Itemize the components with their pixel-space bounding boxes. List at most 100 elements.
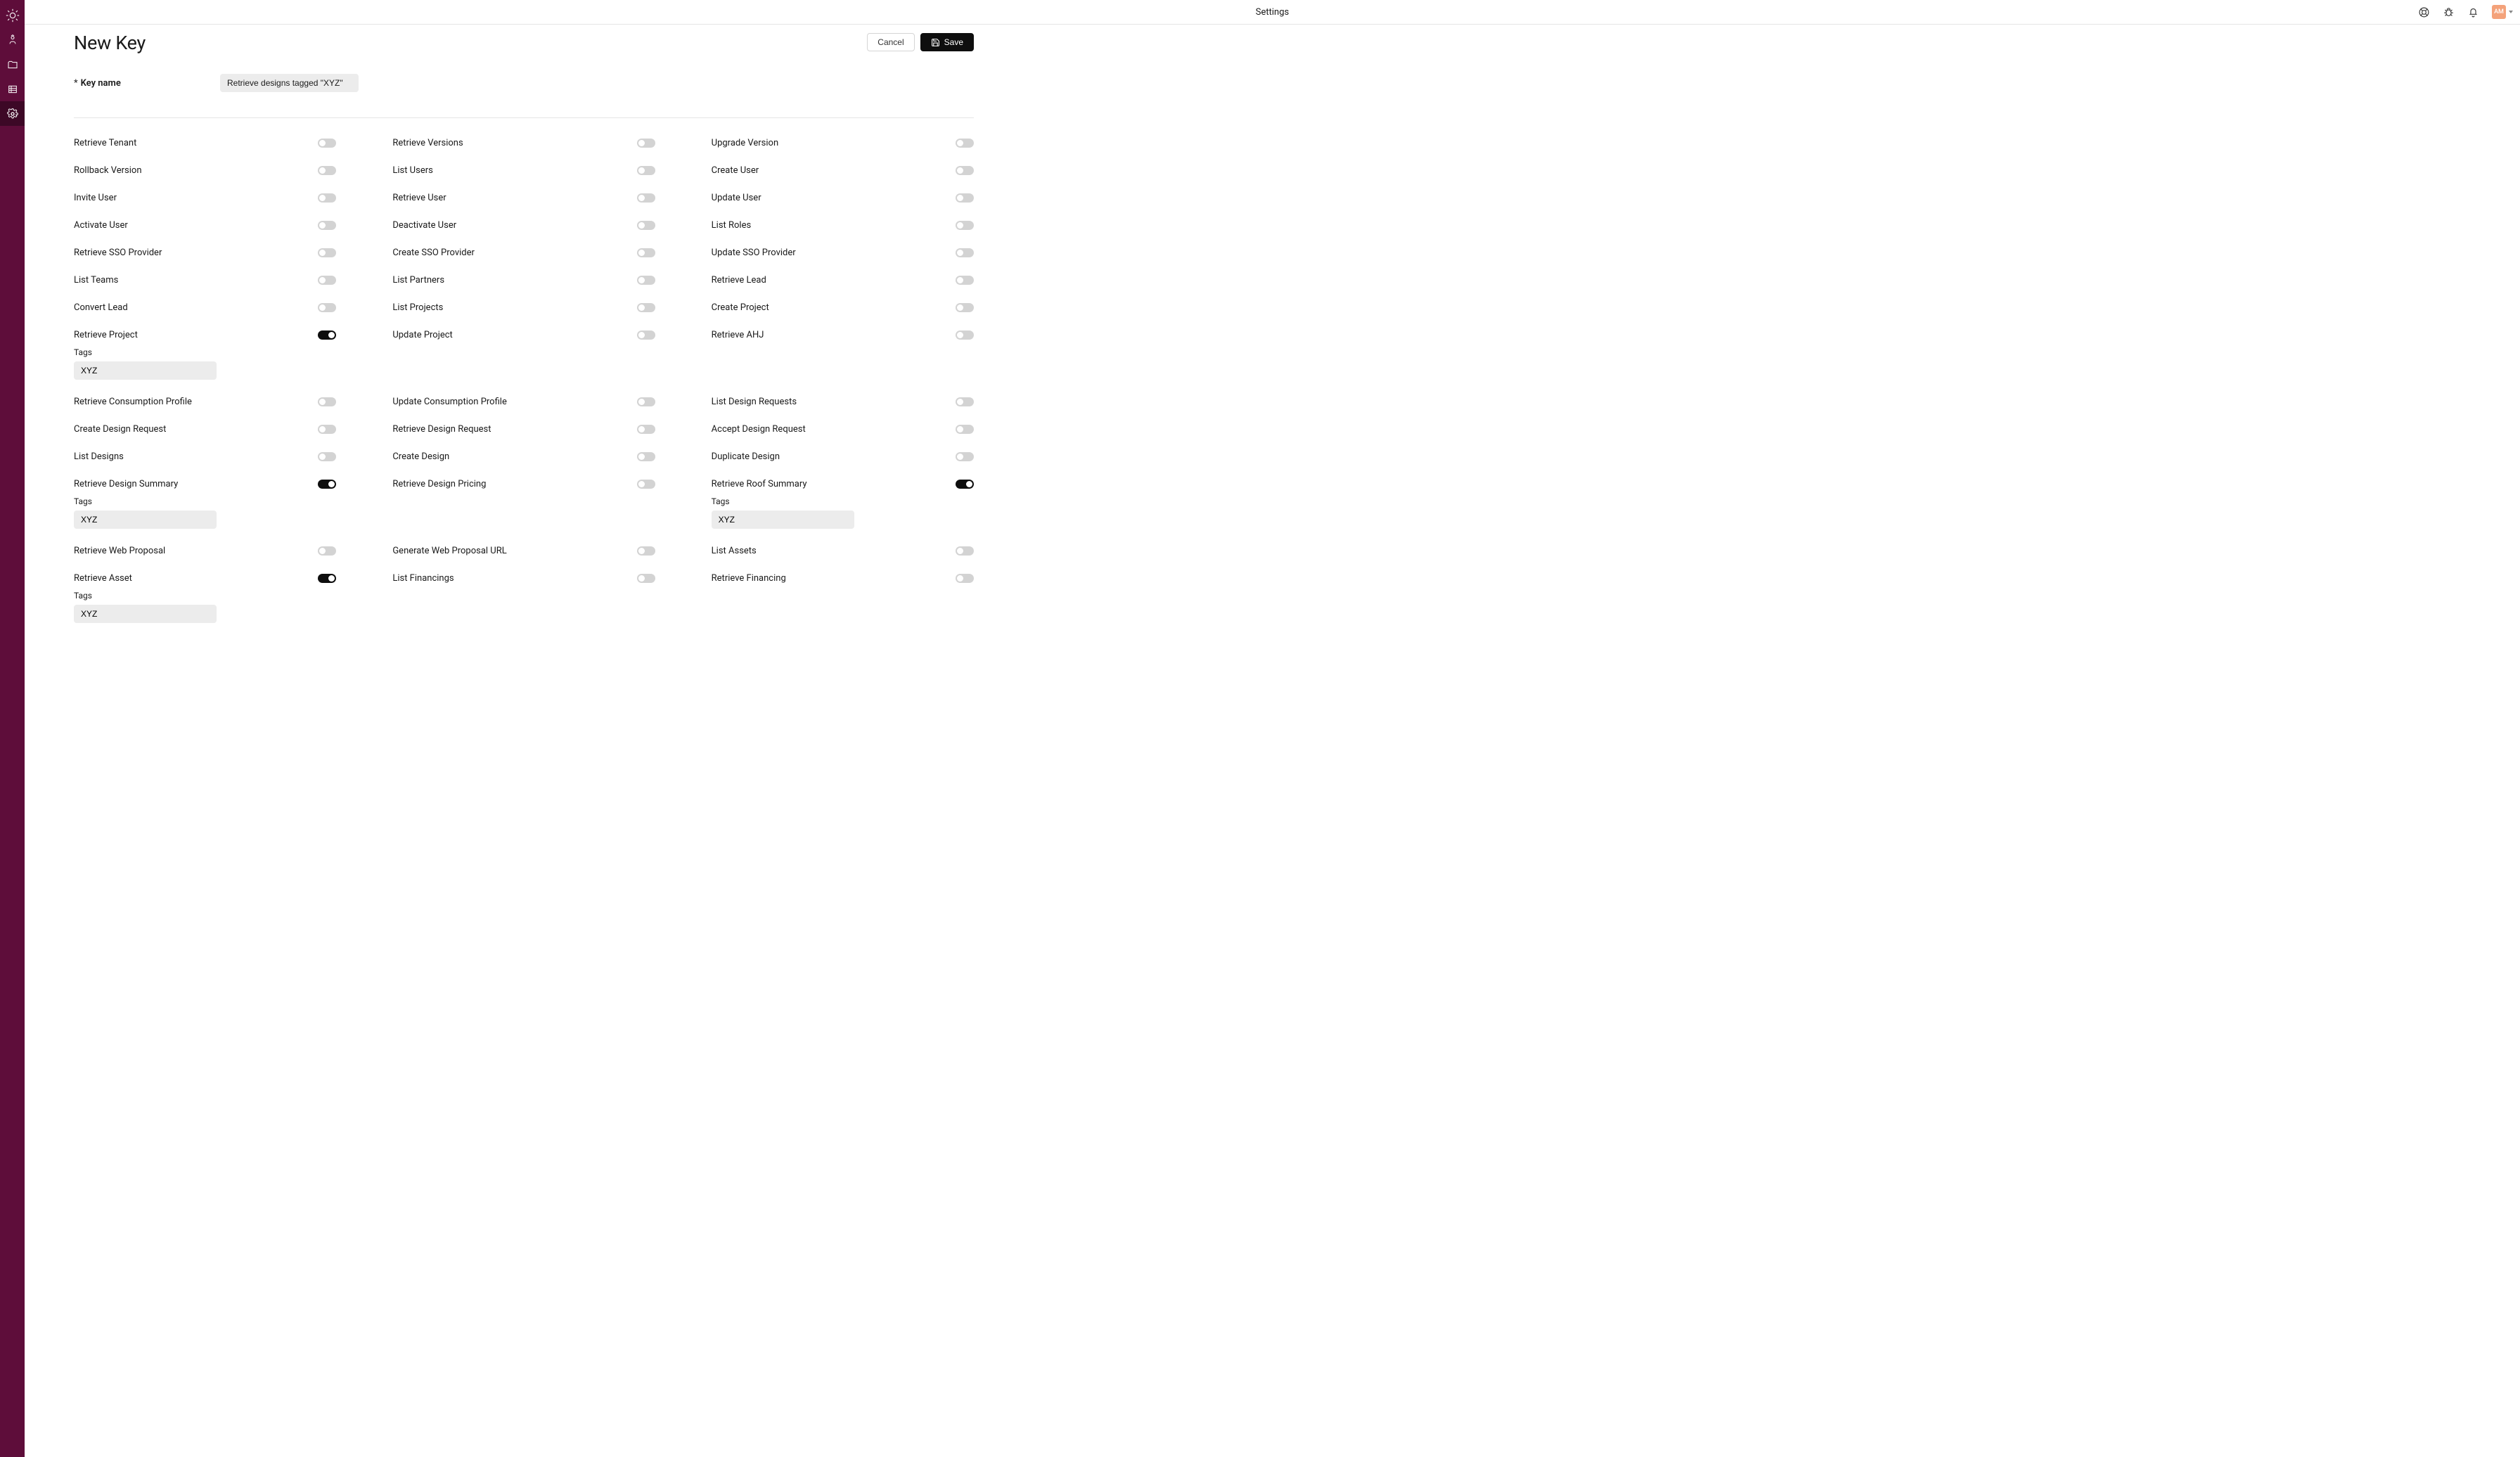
permission-label: Retrieve User xyxy=(392,193,446,203)
permission-toggle[interactable] xyxy=(637,166,655,175)
permission-item: List Users xyxy=(392,165,655,193)
permission-toggle[interactable] xyxy=(318,166,336,175)
permission-item: Invite User xyxy=(74,193,336,220)
permission-label: List Financings xyxy=(392,573,454,584)
tags-input[interactable] xyxy=(712,511,854,529)
permission-label: List Users xyxy=(392,165,433,176)
sidebar xyxy=(0,0,25,1457)
permission-label: List Designs xyxy=(74,451,124,462)
permission-toggle[interactable] xyxy=(637,303,655,312)
permission-row: Retrieve Financing xyxy=(712,573,974,584)
permission-item: List Teams xyxy=(74,275,336,302)
tags-block: Tags xyxy=(712,496,974,529)
permission-label: Accept Design Request xyxy=(712,424,806,435)
permission-toggle[interactable] xyxy=(637,480,655,489)
permission-toggle[interactable] xyxy=(637,276,655,285)
permission-toggle[interactable] xyxy=(956,330,974,340)
tags-block: Tags xyxy=(74,496,336,529)
permission-toggle[interactable] xyxy=(956,574,974,583)
permission-toggle[interactable] xyxy=(956,248,974,257)
permission-toggle[interactable] xyxy=(956,276,974,285)
permission-item: Create Project xyxy=(712,302,974,330)
permission-toggle[interactable] xyxy=(956,303,974,312)
permission-toggle[interactable] xyxy=(956,425,974,434)
permission-toggle[interactable] xyxy=(637,425,655,434)
permission-toggle[interactable] xyxy=(956,546,974,556)
save-icon xyxy=(931,38,940,47)
permission-item: Upgrade Version xyxy=(712,138,974,165)
permission-item: Update User xyxy=(712,193,974,220)
permission-item: Create Design Request xyxy=(74,424,336,451)
permission-label: Update User xyxy=(712,193,761,203)
permission-row: Activate User xyxy=(74,220,336,231)
permission-toggle[interactable] xyxy=(956,452,974,461)
sidebar-item-projects[interactable] xyxy=(0,52,25,77)
bell-icon[interactable] xyxy=(2467,6,2479,18)
permission-row: Retrieve Web Proposal xyxy=(74,546,336,556)
permission-toggle[interactable] xyxy=(956,139,974,148)
sidebar-item-leads[interactable] xyxy=(0,27,25,52)
permission-toggle[interactable] xyxy=(318,480,336,489)
logo-icon[interactable] xyxy=(0,3,25,27)
permission-toggle[interactable] xyxy=(637,330,655,340)
bug-icon[interactable] xyxy=(2443,6,2455,18)
permission-toggle[interactable] xyxy=(956,397,974,406)
key-name-input[interactable] xyxy=(220,74,359,92)
permission-toggle[interactable] xyxy=(956,221,974,230)
permission-row: Update Project xyxy=(392,330,655,340)
permission-toggle[interactable] xyxy=(637,397,655,406)
permission-item: Duplicate Design xyxy=(712,451,974,479)
permission-item: Rollback Version xyxy=(74,165,336,193)
permission-row: List Designs xyxy=(74,451,336,462)
permission-toggle[interactable] xyxy=(637,546,655,556)
permission-item: Retrieve Roof SummaryTags xyxy=(712,479,974,546)
cancel-button[interactable]: Cancel xyxy=(867,33,914,51)
permission-toggle[interactable] xyxy=(318,397,336,406)
permission-item: List Financings xyxy=(392,573,655,601)
permission-toggle[interactable] xyxy=(956,480,974,489)
sidebar-item-settings[interactable] xyxy=(0,101,25,126)
permission-toggle[interactable] xyxy=(956,166,974,175)
tags-label: Tags xyxy=(712,496,974,506)
permission-toggle[interactable] xyxy=(318,574,336,583)
permission-toggle[interactable] xyxy=(318,248,336,257)
permission-toggle[interactable] xyxy=(318,546,336,556)
permission-label: Create Design Request xyxy=(74,424,166,435)
permission-toggle[interactable] xyxy=(318,303,336,312)
permission-toggle[interactable] xyxy=(318,452,336,461)
permission-toggle[interactable] xyxy=(956,193,974,203)
permission-toggle[interactable] xyxy=(318,221,336,230)
save-button[interactable]: Save xyxy=(920,33,974,51)
permission-toggle[interactable] xyxy=(637,452,655,461)
permission-label: List Design Requests xyxy=(712,397,797,407)
permission-toggle[interactable] xyxy=(318,139,336,148)
permission-item: Generate Web Proposal URL xyxy=(392,546,655,573)
permission-label: List Assets xyxy=(712,546,757,556)
permission-toggle[interactable] xyxy=(318,193,336,203)
permission-row: Retrieve Tenant xyxy=(74,138,336,148)
permission-toggle[interactable] xyxy=(637,248,655,257)
permission-row: Retrieve Consumption Profile xyxy=(74,397,336,407)
permission-label: Retrieve Financing xyxy=(712,573,786,584)
help-icon[interactable] xyxy=(2418,6,2430,18)
permission-toggle[interactable] xyxy=(637,139,655,148)
permission-label: Update Project xyxy=(392,330,452,340)
permission-item: Retrieve Tenant xyxy=(74,138,336,165)
user-menu[interactable]: AM xyxy=(2492,5,2513,19)
permission-row: Duplicate Design xyxy=(712,451,974,462)
permission-label: Generate Web Proposal URL xyxy=(392,546,506,556)
tags-input[interactable] xyxy=(74,361,217,380)
permission-toggle[interactable] xyxy=(318,330,336,340)
sidebar-item-database[interactable] xyxy=(0,77,25,101)
permission-label: List Roles xyxy=(712,220,752,231)
permission-toggle[interactable] xyxy=(637,221,655,230)
permission-row: Retrieve Design Summary xyxy=(74,479,336,489)
permission-item: Create Design xyxy=(392,451,655,479)
permission-toggle[interactable] xyxy=(637,193,655,203)
permission-toggle[interactable] xyxy=(318,276,336,285)
permission-toggle[interactable] xyxy=(637,574,655,583)
permission-toggle[interactable] xyxy=(318,425,336,434)
tags-input[interactable] xyxy=(74,605,217,623)
permission-item: List Partners xyxy=(392,275,655,302)
tags-input[interactable] xyxy=(74,511,217,529)
